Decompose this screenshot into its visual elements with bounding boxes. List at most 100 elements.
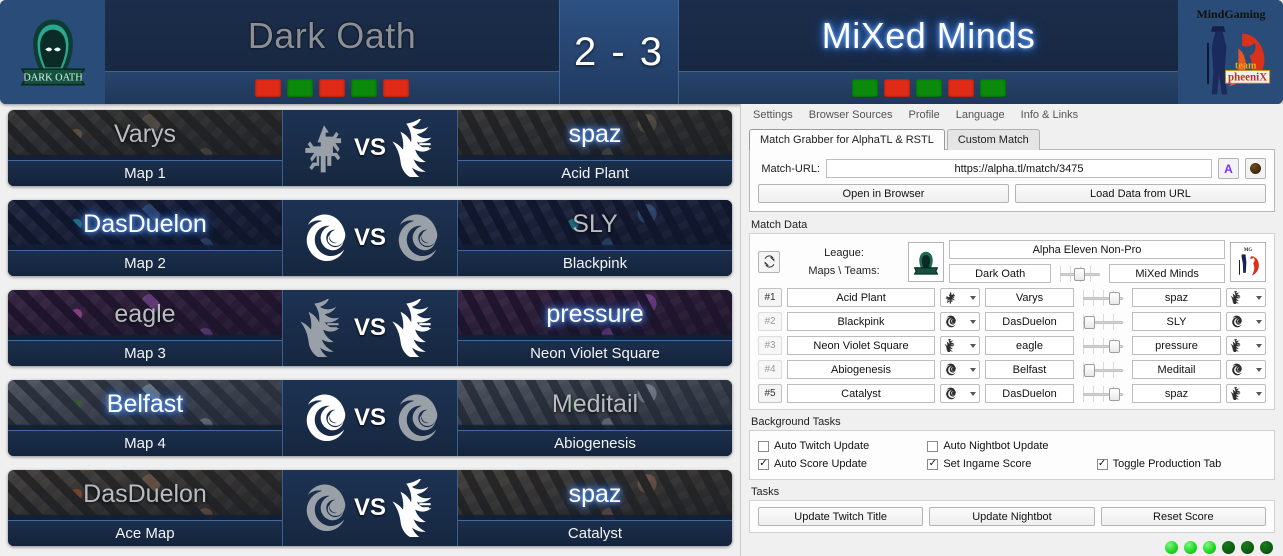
player1-race-select[interactable] xyxy=(940,288,980,307)
player2-input[interactable]: Meditail xyxy=(1132,360,1221,379)
slider-knob[interactable] xyxy=(1109,291,1120,305)
map-score-slider[interactable] xyxy=(1079,337,1127,355)
player2-race-select[interactable] xyxy=(1226,288,1266,307)
map-label: Ace Map xyxy=(115,525,175,542)
map-score-slider[interactable] xyxy=(1079,361,1127,379)
player1-input[interactable]: eagle xyxy=(985,336,1074,355)
team1-pip xyxy=(351,79,377,97)
team1-logo-thumb[interactable] xyxy=(908,241,944,282)
open-in-browser-button[interactable]: Open in Browser xyxy=(758,184,1009,203)
update-twitch-title-button[interactable]: Update Twitch Title xyxy=(758,507,924,526)
background-task-toggle-production-tab[interactable]: ✓ Toggle Production Tab xyxy=(1096,455,1266,473)
menu-item-info-links[interactable]: Info & Links xyxy=(1013,107,1086,123)
player1-input[interactable]: Varys xyxy=(985,288,1074,307)
player1-input[interactable]: Belfast xyxy=(985,360,1074,379)
vs-box: VS xyxy=(282,470,458,546)
player1-race-select[interactable] xyxy=(940,384,980,403)
match-number-button[interactable]: #3 xyxy=(758,336,782,355)
player2-race-icon xyxy=(390,209,442,267)
player2-race-select[interactable] xyxy=(1226,336,1266,355)
map-score-slider[interactable] xyxy=(1079,289,1127,307)
player1-input[interactable]: DasDuelon xyxy=(985,384,1074,403)
match-data-group: League: Maps \ Teams: Alpha Eleven Non-P… xyxy=(749,233,1275,410)
map-name: Abiogenesis xyxy=(554,435,636,452)
player2-name-wrap: SLY xyxy=(458,200,732,250)
player1-input[interactable]: DasDuelon xyxy=(985,312,1074,331)
alphatl-icon-glyph: A xyxy=(1224,161,1233,176)
rstl-icon[interactable] xyxy=(1245,158,1266,179)
map-score-slider[interactable] xyxy=(1079,385,1127,403)
menu-item-profile[interactable]: Profile xyxy=(901,107,948,123)
player2-input[interactable]: SLY xyxy=(1132,312,1221,331)
alphatl-icon[interactable]: A xyxy=(1218,158,1239,179)
league-input[interactable]: Alpha Eleven Non-Pro xyxy=(949,240,1225,259)
slider-knob[interactable] xyxy=(1084,315,1095,329)
map-input[interactable]: Acid Plant xyxy=(787,288,935,307)
player2-race-select[interactable] xyxy=(1226,360,1266,379)
match-number-button[interactable]: #4 xyxy=(758,360,782,379)
map-score-slider[interactable] xyxy=(1079,313,1127,331)
team2-pip xyxy=(915,79,942,97)
player1-name-wrap: DasDuelon xyxy=(8,200,282,250)
url-button-row: Open in Browser Load Data from URL xyxy=(758,184,1266,203)
score-box: 2 - 3 xyxy=(559,0,679,104)
slider-knob[interactable] xyxy=(1074,267,1086,281)
menu-item-browser-sources[interactable]: Browser Sources xyxy=(801,107,901,123)
map-input[interactable]: Blackpink xyxy=(787,312,935,331)
team1-column: Dark Oath xyxy=(105,0,559,104)
chevron-down-icon xyxy=(1256,295,1262,300)
refresh-icon[interactable] xyxy=(758,250,780,273)
match-url-row: Match-URL: https://alpha.tl/match/3475 A xyxy=(758,158,1266,179)
team2-input[interactable]: MiXed Minds xyxy=(1109,264,1225,283)
player2-name: pressure xyxy=(546,299,644,328)
slider-knob[interactable] xyxy=(1109,339,1120,353)
background-tasks-group-label: Background Tasks xyxy=(751,416,841,428)
background-task-set-ingame-score[interactable]: ✓ Set Ingame Score xyxy=(927,455,1096,473)
tab-custom-match[interactable]: Custom Match xyxy=(946,129,1040,150)
team2-logo-thumb[interactable]: MG xyxy=(1230,241,1266,282)
player2-input[interactable]: spaz xyxy=(1132,384,1221,403)
vs-label: VS xyxy=(353,134,386,161)
checkbox-toggle-production-tab[interactable]: ✓ xyxy=(1096,458,1108,470)
team1-logo-box: DARK OATH xyxy=(0,0,105,104)
checkbox-auto-score-update[interactable]: ✓ xyxy=(758,458,769,470)
checkbox-auto-twitch-update[interactable] xyxy=(758,440,769,452)
player1-race-select[interactable] xyxy=(940,312,980,331)
menu-item-settings[interactable]: Settings xyxy=(745,107,801,123)
map-input[interactable]: Abiogenesis xyxy=(787,360,935,379)
tab-match-grabber[interactable]: Match Grabber for AlphaTL & RSTL xyxy=(749,129,945,150)
player1-race-select[interactable] xyxy=(940,360,980,379)
menu-item-language[interactable]: Language xyxy=(948,107,1013,123)
league-label: League: xyxy=(824,246,864,259)
reset-score-button[interactable]: Reset Score xyxy=(1100,507,1266,526)
match-row: #1 Acid Plant Varys spaz xyxy=(758,288,1266,307)
map-input[interactable]: Catalyst xyxy=(787,384,935,403)
player2-input[interactable]: spaz xyxy=(1132,288,1221,307)
player2-input[interactable]: pressure xyxy=(1132,336,1221,355)
player2-race-select[interactable] xyxy=(1226,384,1266,403)
player1-race-select[interactable] xyxy=(940,336,980,355)
player2-race-select[interactable] xyxy=(1226,312,1266,331)
match-number-button[interactable]: #5 xyxy=(758,384,782,403)
map-label: Map 3 xyxy=(124,345,166,362)
match-url-input[interactable]: https://alpha.tl/match/3475 xyxy=(826,159,1212,178)
team2-pip xyxy=(883,79,910,97)
map-row: Belfast Map 4 VS Meditail Abiogenesis xyxy=(8,380,732,456)
player2-name: SLY xyxy=(572,209,618,238)
map-input[interactable]: Neon Violet Square xyxy=(787,336,935,355)
chevron-down-icon xyxy=(970,391,976,396)
update-nightbot-button[interactable]: Update Nightbot xyxy=(929,507,1095,526)
slider-knob[interactable] xyxy=(1109,387,1120,401)
checkbox-set-ingame-score[interactable]: ✓ xyxy=(927,458,939,470)
match-number-button[interactable]: #2 xyxy=(758,312,782,331)
score-slider-teams[interactable] xyxy=(1056,265,1104,283)
slider-knob[interactable] xyxy=(1084,363,1095,377)
load-data-from-url-button[interactable]: Load Data from URL xyxy=(1015,184,1266,203)
chevron-down-icon xyxy=(970,367,976,372)
match-number-button[interactable]: #1 xyxy=(758,288,782,307)
team1-input[interactable]: Dark Oath xyxy=(949,264,1052,283)
background-task-auto-nightbot-update[interactable]: Auto Nightbot Update xyxy=(927,437,1096,455)
checkbox-auto-nightbot-update[interactable] xyxy=(927,440,939,452)
background-task-auto-twitch-update[interactable]: Auto Twitch Update xyxy=(758,437,927,455)
background-task-auto-score-update[interactable]: ✓ Auto Score Update xyxy=(758,455,927,473)
